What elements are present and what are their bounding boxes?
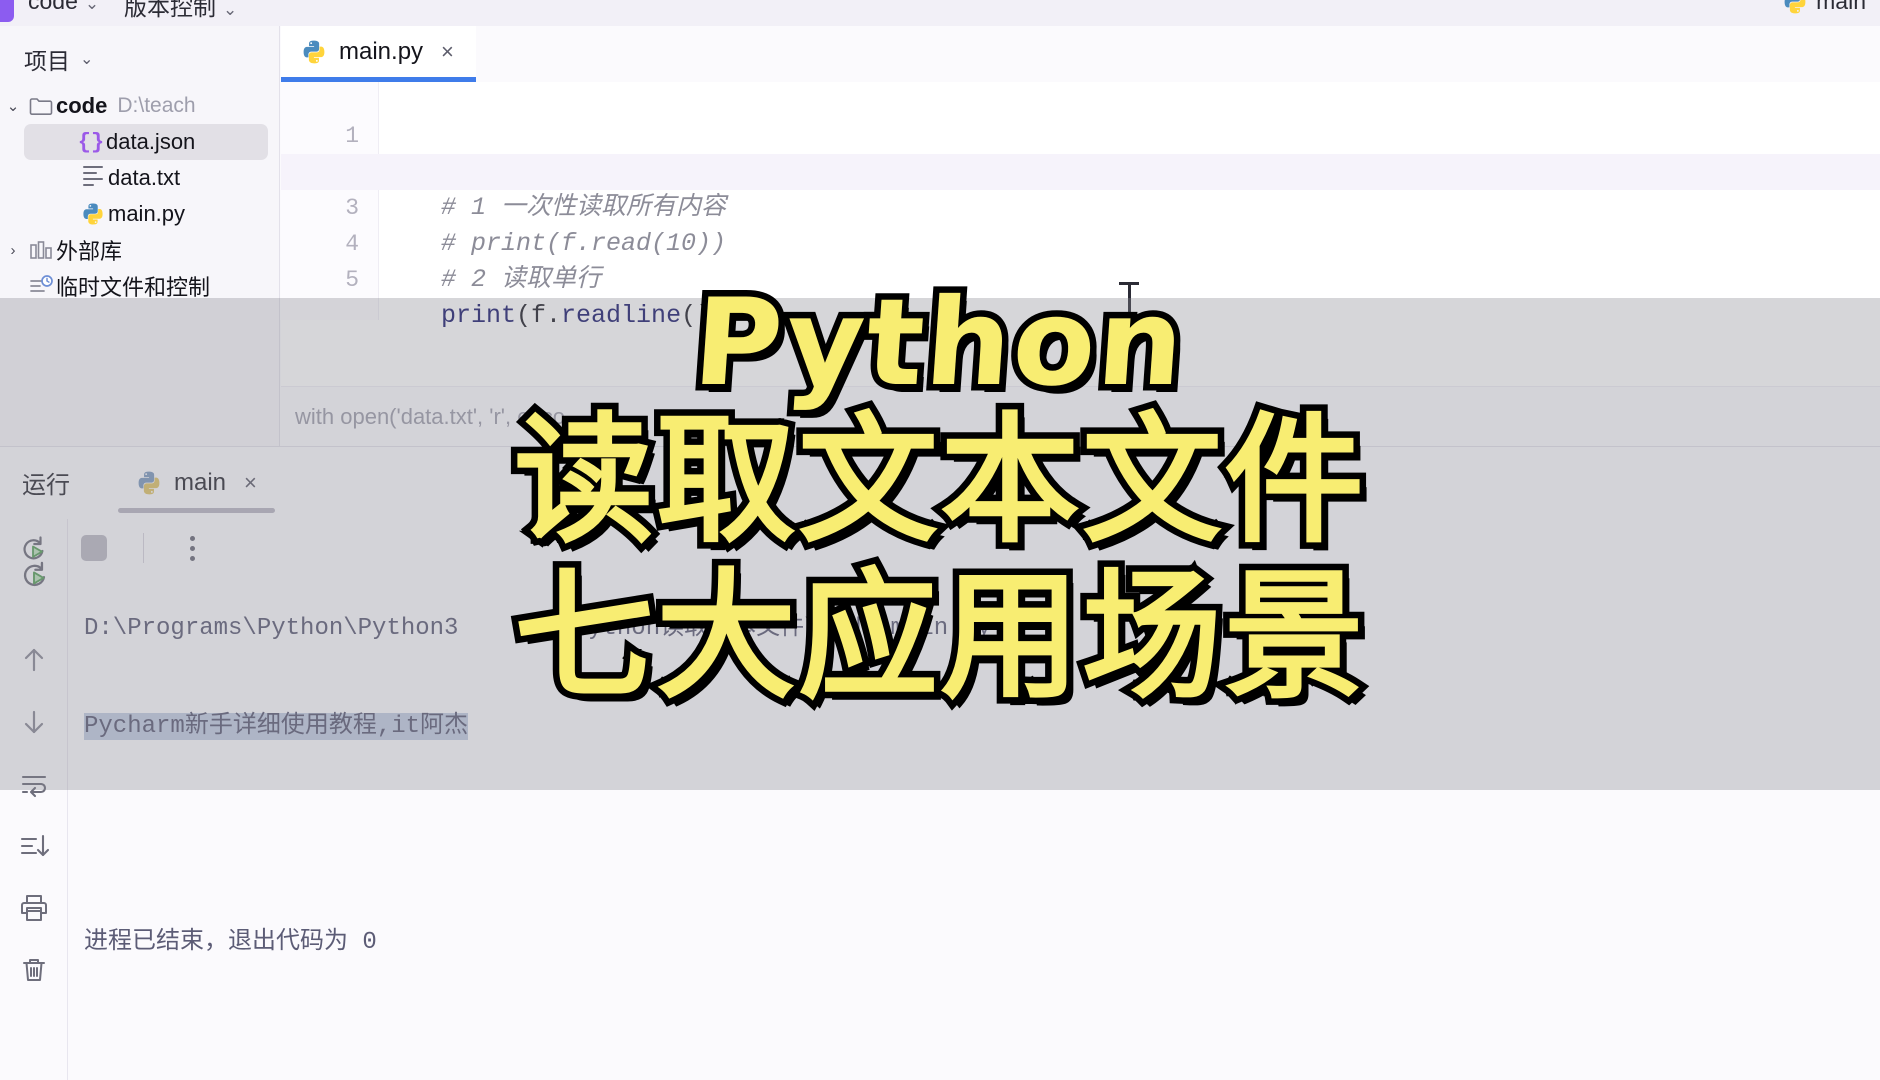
- console-command-line: D:\Programs\Python\Python3 2-python读取文本文…: [84, 615, 992, 642]
- project-panel-title: 项目: [24, 48, 70, 74]
- tab-run-main-label: main: [174, 469, 227, 496]
- tree-item-main-py[interactable]: › main.py: [0, 196, 280, 232]
- tab-run-main[interactable]: main ×: [110, 447, 283, 519]
- chevron-right-icon[interactable]: ›: [0, 242, 26, 259]
- code-text: print(f.readline()): [381, 298, 726, 334]
- chevron-down-icon: ⌄: [80, 51, 94, 68]
- token: (f.: [516, 301, 562, 330]
- library-icon: [26, 239, 56, 261]
- code-line: 1 with open('data.txt', 'r', encoding='u…: [281, 82, 1880, 186]
- close-icon[interactable]: ×: [244, 470, 257, 496]
- run-side-toolbar: [0, 519, 68, 1080]
- tab-main-py-label: main.py: [339, 37, 424, 65]
- tree-item-data-json[interactable]: › {} data.json: [24, 124, 268, 160]
- tree-item-data-txt-label: data.txt: [108, 165, 181, 190]
- chevron-down-icon[interactable]: ⌄: [0, 97, 26, 115]
- token: ()): [681, 301, 727, 330]
- tree-item-data-json-label: data.json: [106, 129, 196, 154]
- breadcrumb[interactable]: with open('data.txt', 'r', enco...: [281, 386, 1880, 446]
- code-line: 3 # print(f.read(10)): [281, 154, 1880, 258]
- python-icon: [138, 471, 160, 495]
- breadcrumb-label: with open('data.txt', 'r', enco...: [295, 403, 584, 429]
- console-selected-text: Pycharm新手详细使用教程,it阿杰: [84, 713, 469, 740]
- run-tool-window: 运行 main × D:\Programs\Python\Python3 2-p…: [0, 446, 1880, 1080]
- tree-item-code-path: D:\teach: [117, 94, 196, 117]
- main-menu-bar: code ⌄ 版本控制 ⌄ main: [0, 0, 1880, 26]
- text-cursor-icon: [1119, 282, 1139, 326]
- code-line: 4 # 2 读取单行: [281, 190, 1880, 294]
- tree-item-code-label: code: [56, 93, 108, 118]
- code-line: 2 # 1 一次性读取所有内容: [281, 118, 1880, 222]
- soft-wrap-button[interactable]: [0, 753, 68, 815]
- menu-item-code-label: code: [28, 0, 78, 14]
- tree-item-data-txt[interactable]: › data.txt: [0, 160, 280, 196]
- menu-item-code[interactable]: code ⌄: [28, 0, 99, 15]
- menu-item-vcs[interactable]: 版本控制 ⌄: [124, 0, 237, 22]
- python-icon: [78, 202, 108, 226]
- chevron-down-icon: ⌄: [223, 0, 238, 19]
- console-output[interactable]: D:\Programs\Python\Python3 2-python读取文本文…: [68, 519, 1880, 1080]
- token: print: [441, 301, 517, 330]
- run-panel-title: 运行: [22, 472, 70, 499]
- text-file-icon: [78, 166, 108, 190]
- scroll-to-end-button[interactable]: [0, 815, 68, 877]
- tree-item-scratches[interactable]: › 临时文件和控制: [0, 268, 280, 304]
- menu-item-vcs-label: 版本控制: [124, 0, 216, 20]
- code-editor[interactable]: 1 with open('data.txt', 'r', encoding='u…: [281, 82, 1880, 330]
- folder-icon: [26, 96, 56, 116]
- token: readline: [561, 301, 682, 330]
- python-icon: [303, 40, 325, 63]
- project-panel-header[interactable]: 项目 ⌄: [24, 42, 93, 76]
- run-panel-header: 运行 main ×: [0, 447, 1880, 519]
- project-file-tree: ⌄ code D:\teach › {} data.json › data.tx…: [0, 88, 280, 304]
- console-output-line: Pycharm新手详细使用教程,it阿杰: [84, 705, 1880, 749]
- print-button[interactable]: [0, 877, 68, 939]
- python-icon: [1784, 0, 1806, 13]
- clear-all-button[interactable]: [0, 939, 68, 1001]
- rerun-icon-button[interactable]: [0, 543, 68, 605]
- tree-item-scratches-label: 临时文件和控制: [56, 275, 211, 300]
- next-occurrence-button[interactable]: [0, 691, 68, 753]
- tab-main-py[interactable]: main.py ×: [281, 26, 476, 82]
- window-accent: [0, 0, 14, 22]
- tree-item-main-py-label: main.py: [108, 201, 186, 226]
- line-number: 5: [345, 267, 359, 293]
- editor-tab-strip: main.py ×: [281, 26, 1880, 82]
- previous-occurrence-button[interactable]: [0, 629, 68, 691]
- code-line: 5 print(f.readline()): [281, 226, 1880, 330]
- run-config-label: main: [1816, 0, 1866, 14]
- scratches-icon: [26, 275, 56, 297]
- run-config-selector[interactable]: main: [1782, 0, 1866, 15]
- code-text: # 2 读取单行: [381, 265, 602, 294]
- tree-item-code[interactable]: ⌄ code D:\teach: [0, 88, 280, 124]
- tree-item-external-libraries[interactable]: › 外部库: [0, 232, 280, 268]
- close-icon[interactable]: ×: [441, 39, 454, 65]
- json-icon: {}: [77, 129, 105, 155]
- project-tool-window: 项目 ⌄ ⌄ code D:\teach › {} data.json ›: [0, 26, 280, 446]
- tree-item-external-libraries-label: 外部库: [56, 239, 123, 264]
- app-root: code ⌄ 版本控制 ⌄ main 项目 ⌄ ⌄ code D:\teach …: [0, 0, 1880, 1080]
- editor-area: main.py × 1 with open('data.txt', 'r', e…: [281, 26, 1880, 446]
- chevron-down-icon: ⌄: [84, 0, 100, 13]
- console-exit-line: 进程已结束，退出代码为 0: [84, 929, 377, 956]
